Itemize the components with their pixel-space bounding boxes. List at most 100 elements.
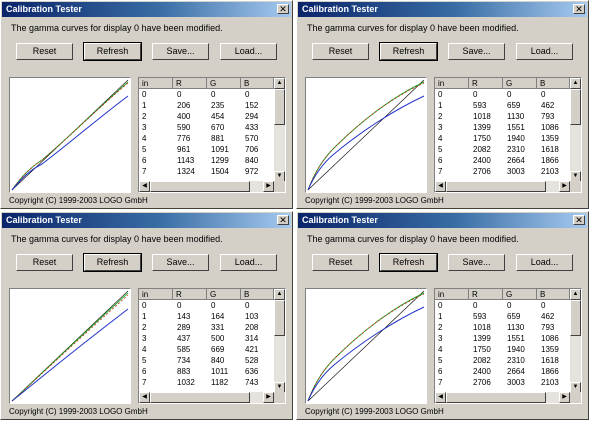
scroll-up-icon[interactable]: ▲: [274, 78, 285, 89]
vertical-scrollbar[interactable]: ▲ ▼: [570, 289, 581, 393]
reset-button[interactable]: Reset: [312, 43, 369, 60]
table-row[interactable]: 6 2400 2664 1866: [435, 366, 570, 377]
table-row[interactable]: 5 2082 2310 1618: [435, 144, 570, 155]
table-row[interactable]: 4 776 881 570: [139, 133, 274, 144]
table-row[interactable]: 0 0 0 0: [435, 300, 570, 311]
save-button[interactable]: Save...: [448, 43, 505, 60]
table-row[interactable]: 3 1399 1551 1086: [435, 122, 570, 133]
horizontal-scrollbar[interactable]: ◀ ▶: [435, 392, 570, 403]
load-button[interactable]: Load...: [220, 43, 277, 60]
load-button[interactable]: Load...: [516, 254, 573, 271]
table-row[interactable]: 7 2706 3003 2103: [435, 377, 570, 388]
horizontal-scroll-thumb[interactable]: [150, 392, 250, 403]
gamma-table[interactable]: in R G B 0 0 0 0 1 593 659 462 2 1018 1130 793 3 1…: [434, 77, 582, 193]
table-row[interactable]: 7 1032 1182 743: [139, 377, 274, 388]
scroll-right-icon[interactable]: ▶: [559, 181, 570, 192]
horizontal-scrollbar[interactable]: ◀ ▶: [139, 392, 274, 403]
save-button[interactable]: Save...: [152, 254, 209, 271]
refresh-button[interactable]: Refresh: [379, 42, 438, 61]
gamma-table[interactable]: in R G B 0 0 0 0 1 593 659 462 2 1018 1130 793 3 1…: [434, 288, 582, 404]
table-row[interactable]: 2 289 331 208: [139, 322, 274, 333]
table-row[interactable]: 3 590 670 433: [139, 122, 274, 133]
reset-button[interactable]: Reset: [16, 254, 73, 271]
column-header-r[interactable]: R: [173, 78, 207, 89]
scroll-right-icon[interactable]: ▶: [263, 392, 274, 403]
gamma-table[interactable]: in R G B 0 0 0 0 1 143 164 103 2 289 331 208 3 437…: [138, 288, 286, 404]
table-row[interactable]: 2 400 454 294: [139, 111, 274, 122]
column-header-r[interactable]: R: [469, 78, 503, 89]
table-row[interactable]: 5 961 1091 706: [139, 144, 274, 155]
table-row[interactable]: 1 593 659 462: [435, 311, 570, 322]
vertical-scroll-thumb[interactable]: [570, 89, 581, 125]
close-button[interactable]: ✕: [277, 4, 289, 14]
close-button[interactable]: ✕: [573, 215, 585, 225]
vertical-scrollbar[interactable]: ▲ ▼: [274, 289, 285, 393]
table-row[interactable]: 6 1143 1299 840: [139, 155, 274, 166]
column-header-in[interactable]: in: [139, 78, 173, 89]
reset-button[interactable]: Reset: [16, 43, 73, 60]
scroll-left-icon[interactable]: ◀: [139, 181, 150, 192]
scroll-left-icon[interactable]: ◀: [139, 392, 150, 403]
column-header-in[interactable]: in: [435, 289, 469, 300]
vertical-scroll-thumb[interactable]: [274, 300, 285, 336]
scroll-up-icon[interactable]: ▲: [570, 78, 581, 89]
table-row[interactable]: 7 2706 3003 2103: [435, 166, 570, 177]
table-row[interactable]: 0 0 0 0: [139, 300, 274, 311]
scroll-up-icon[interactable]: ▲: [570, 289, 581, 300]
scroll-right-icon[interactable]: ▶: [559, 392, 570, 403]
table-row[interactable]: 4 1750 1940 1359: [435, 344, 570, 355]
column-header-b[interactable]: B: [537, 289, 570, 300]
table-row[interactable]: 4 585 669 421: [139, 344, 274, 355]
table-row[interactable]: 6 883 1011 636: [139, 366, 274, 377]
close-button[interactable]: ✕: [573, 4, 585, 14]
vertical-scroll-thumb[interactable]: [274, 89, 285, 125]
horizontal-scrollbar[interactable]: ◀ ▶: [435, 181, 570, 192]
horizontal-scroll-thumb[interactable]: [446, 181, 546, 192]
vertical-scrollbar[interactable]: ▲ ▼: [570, 78, 581, 182]
save-button[interactable]: Save...: [448, 254, 505, 271]
horizontal-scroll-thumb[interactable]: [446, 392, 546, 403]
load-button[interactable]: Load...: [220, 254, 277, 271]
refresh-button[interactable]: Refresh: [83, 42, 142, 61]
vertical-scrollbar[interactable]: ▲ ▼: [274, 78, 285, 182]
column-header-in[interactable]: in: [139, 289, 173, 300]
close-button[interactable]: ✕: [277, 215, 289, 225]
refresh-button[interactable]: Refresh: [379, 253, 438, 272]
scroll-left-icon[interactable]: ◀: [435, 181, 446, 192]
horizontal-scroll-thumb[interactable]: [150, 181, 250, 192]
table-row[interactable]: 0 0 0 0: [435, 89, 570, 100]
refresh-button[interactable]: Refresh: [83, 253, 142, 272]
title-bar[interactable]: Calibration Tester ✕: [298, 2, 587, 17]
table-row[interactable]: 3 1399 1551 1086: [435, 333, 570, 344]
scroll-right-icon[interactable]: ▶: [263, 181, 274, 192]
table-row[interactable]: 1 206 235 152: [139, 100, 274, 111]
table-row[interactable]: 2 1018 1130 793: [435, 322, 570, 333]
column-header-g[interactable]: G: [207, 78, 241, 89]
table-row[interactable]: 1 143 164 103: [139, 311, 274, 322]
column-header-g[interactable]: G: [503, 289, 537, 300]
column-header-b[interactable]: B: [241, 78, 274, 89]
column-header-g[interactable]: G: [503, 78, 537, 89]
title-bar[interactable]: Calibration Tester ✕: [2, 2, 291, 17]
vertical-scroll-thumb[interactable]: [570, 300, 581, 336]
table-row[interactable]: 1 593 659 462: [435, 100, 570, 111]
title-bar[interactable]: Calibration Tester ✕: [298, 213, 587, 228]
gamma-table[interactable]: in R G B 0 0 0 0 1 206 235 152 2 400 454 294 3 590…: [138, 77, 286, 193]
title-bar[interactable]: Calibration Tester ✕: [2, 213, 291, 228]
scroll-up-icon[interactable]: ▲: [274, 289, 285, 300]
horizontal-scrollbar[interactable]: ◀ ▶: [139, 181, 274, 192]
column-header-in[interactable]: in: [435, 78, 469, 89]
column-header-b[interactable]: B: [537, 78, 570, 89]
reset-button[interactable]: Reset: [312, 254, 369, 271]
table-row[interactable]: 7 1324 1504 972: [139, 166, 274, 177]
column-header-g[interactable]: G: [207, 289, 241, 300]
table-row[interactable]: 5 2082 2310 1618: [435, 355, 570, 366]
table-row[interactable]: 5 734 840 528: [139, 355, 274, 366]
table-row[interactable]: 6 2400 2664 1866: [435, 155, 570, 166]
column-header-r[interactable]: R: [469, 289, 503, 300]
column-header-r[interactable]: R: [173, 289, 207, 300]
save-button[interactable]: Save...: [152, 43, 209, 60]
table-row[interactable]: 4 1750 1940 1359: [435, 133, 570, 144]
table-row[interactable]: 0 0 0 0: [139, 89, 274, 100]
table-row[interactable]: 3 437 500 314: [139, 333, 274, 344]
